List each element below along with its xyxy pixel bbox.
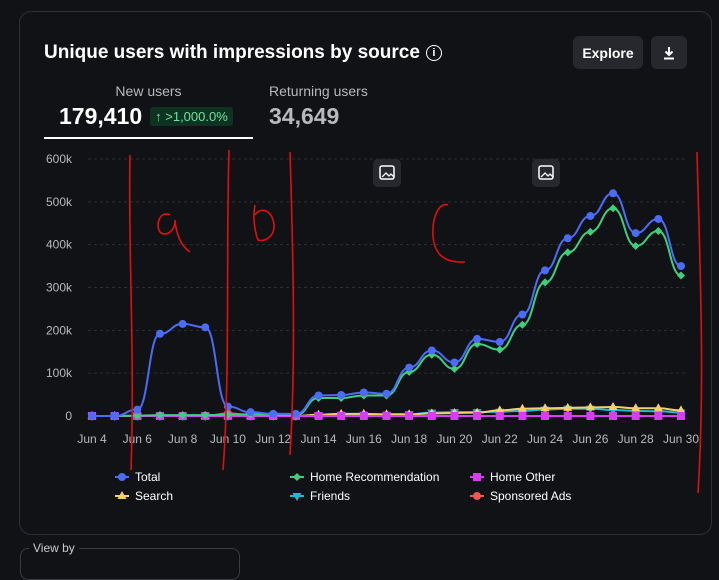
y-tick-label: 200k <box>46 323 73 337</box>
data-point[interactable] <box>88 412 96 420</box>
y-tick-label: 600k <box>46 152 73 166</box>
legend-item[interactable]: Sponsored Ads <box>470 489 571 503</box>
data-point[interactable] <box>110 412 119 420</box>
legend-label: Sponsored Ads <box>490 489 571 503</box>
data-point[interactable] <box>495 337 504 346</box>
y-tick-label: 500k <box>46 195 73 209</box>
x-tick-label: Jun 14 <box>301 432 337 446</box>
data-point[interactable] <box>654 226 663 235</box>
image-icon[interactable] <box>373 159 401 187</box>
x-tick-label: Jun 26 <box>572 432 608 446</box>
data-point[interactable] <box>586 412 595 420</box>
x-tick-label: Jun 8 <box>168 432 198 446</box>
data-point[interactable] <box>609 412 618 420</box>
data-point[interactable] <box>246 408 255 417</box>
data-point[interactable] <box>677 412 685 420</box>
legend-marker-icon[interactable] <box>293 473 301 481</box>
x-tick-label: Jun 24 <box>527 432 563 446</box>
x-tick-label: Jun 30 <box>663 432 699 446</box>
data-point[interactable] <box>201 323 210 332</box>
legend-label: Search <box>135 489 173 503</box>
x-tick-label: Jun 22 <box>482 432 518 446</box>
data-point[interactable] <box>359 388 368 397</box>
data-point[interactable] <box>495 412 504 420</box>
legend-item[interactable]: Home Other <box>470 470 555 484</box>
legend-marker-icon[interactable] <box>473 492 481 500</box>
data-point[interactable] <box>631 229 640 238</box>
data-point[interactable] <box>609 189 618 198</box>
data-point[interactable] <box>654 412 663 420</box>
series-line <box>91 192 682 417</box>
legend-label: Home Recommendation <box>310 470 439 484</box>
data-point[interactable] <box>382 412 391 420</box>
data-point[interactable] <box>155 329 164 338</box>
data-point[interactable] <box>609 204 618 213</box>
legend-label: Total <box>135 470 160 484</box>
legend-label: Friends <box>310 489 350 503</box>
data-point[interactable] <box>314 412 323 420</box>
legend-marker-icon[interactable] <box>473 473 481 481</box>
data-point[interactable] <box>654 214 663 223</box>
legend-marker-icon[interactable] <box>118 473 126 481</box>
data-point[interactable] <box>631 412 640 420</box>
legend-item[interactable]: Friends <box>290 489 350 503</box>
y-tick-label: 100k <box>46 366 73 380</box>
data-point[interactable] <box>541 278 550 287</box>
data-point[interactable] <box>563 234 572 243</box>
view-by-label: View by <box>29 541 79 555</box>
x-tick-label: Jun 10 <box>210 432 246 446</box>
line-chart: 0 100k 200k 300k 400k 500k 600k Jun 4 Jun 6 Jun 8… <box>46 149 703 503</box>
y-tick-label: 0 <box>65 409 72 423</box>
data-point[interactable] <box>450 358 459 367</box>
data-point[interactable] <box>631 241 640 250</box>
data-point[interactable] <box>269 409 278 418</box>
data-point[interactable] <box>473 412 482 420</box>
legend-item[interactable]: Search <box>115 489 173 503</box>
data-point[interactable] <box>405 412 414 420</box>
x-tick-label: Jun 6 <box>123 432 153 446</box>
y-tick-label: 400k <box>46 238 73 252</box>
data-point[interactable] <box>586 227 595 236</box>
view-by-select[interactable]: View by <box>20 541 240 580</box>
data-point[interactable] <box>291 409 300 418</box>
data-point[interactable] <box>518 320 527 329</box>
data-point[interactable] <box>677 262 685 271</box>
data-point[interactable] <box>586 211 595 220</box>
series-home-recommendation <box>88 204 685 420</box>
data-point[interactable] <box>427 412 436 420</box>
data-point[interactable] <box>314 391 323 400</box>
data-point[interactable] <box>518 310 527 319</box>
data-point[interactable] <box>563 248 572 257</box>
legend-item[interactable]: Total <box>115 470 160 484</box>
data-point[interactable] <box>223 402 232 411</box>
data-point[interactable] <box>427 346 436 355</box>
data-point[interactable] <box>563 412 572 420</box>
data-point[interactable] <box>405 363 414 372</box>
y-tick-label: 300k <box>46 281 73 295</box>
x-tick-label: Jun 20 <box>436 432 472 446</box>
data-point[interactable] <box>359 412 368 420</box>
data-point[interactable] <box>677 271 685 280</box>
image-icon[interactable] <box>532 159 560 187</box>
data-point[interactable] <box>178 319 187 328</box>
legend-label: Home Other <box>490 470 555 484</box>
data-point[interactable] <box>450 412 459 420</box>
data-point[interactable] <box>495 345 504 354</box>
data-point[interactable] <box>541 412 550 420</box>
x-tick-label: Jun 28 <box>618 432 654 446</box>
x-tick-label: Jun 4 <box>77 432 107 446</box>
data-point[interactable] <box>473 334 482 343</box>
x-tick-label: Jun 18 <box>391 432 427 446</box>
x-tick-label: Jun 12 <box>255 432 291 446</box>
series-total <box>88 189 685 420</box>
data-point[interactable] <box>337 391 346 400</box>
data-point[interactable] <box>337 412 346 420</box>
data-point[interactable] <box>518 412 527 420</box>
data-point[interactable] <box>541 266 550 275</box>
data-point[interactable] <box>608 402 618 411</box>
data-point[interactable] <box>382 389 391 398</box>
legend-item[interactable]: Home Recommendation <box>290 470 439 484</box>
data-point[interactable] <box>133 405 142 414</box>
x-tick-label: Jun 16 <box>346 432 382 446</box>
